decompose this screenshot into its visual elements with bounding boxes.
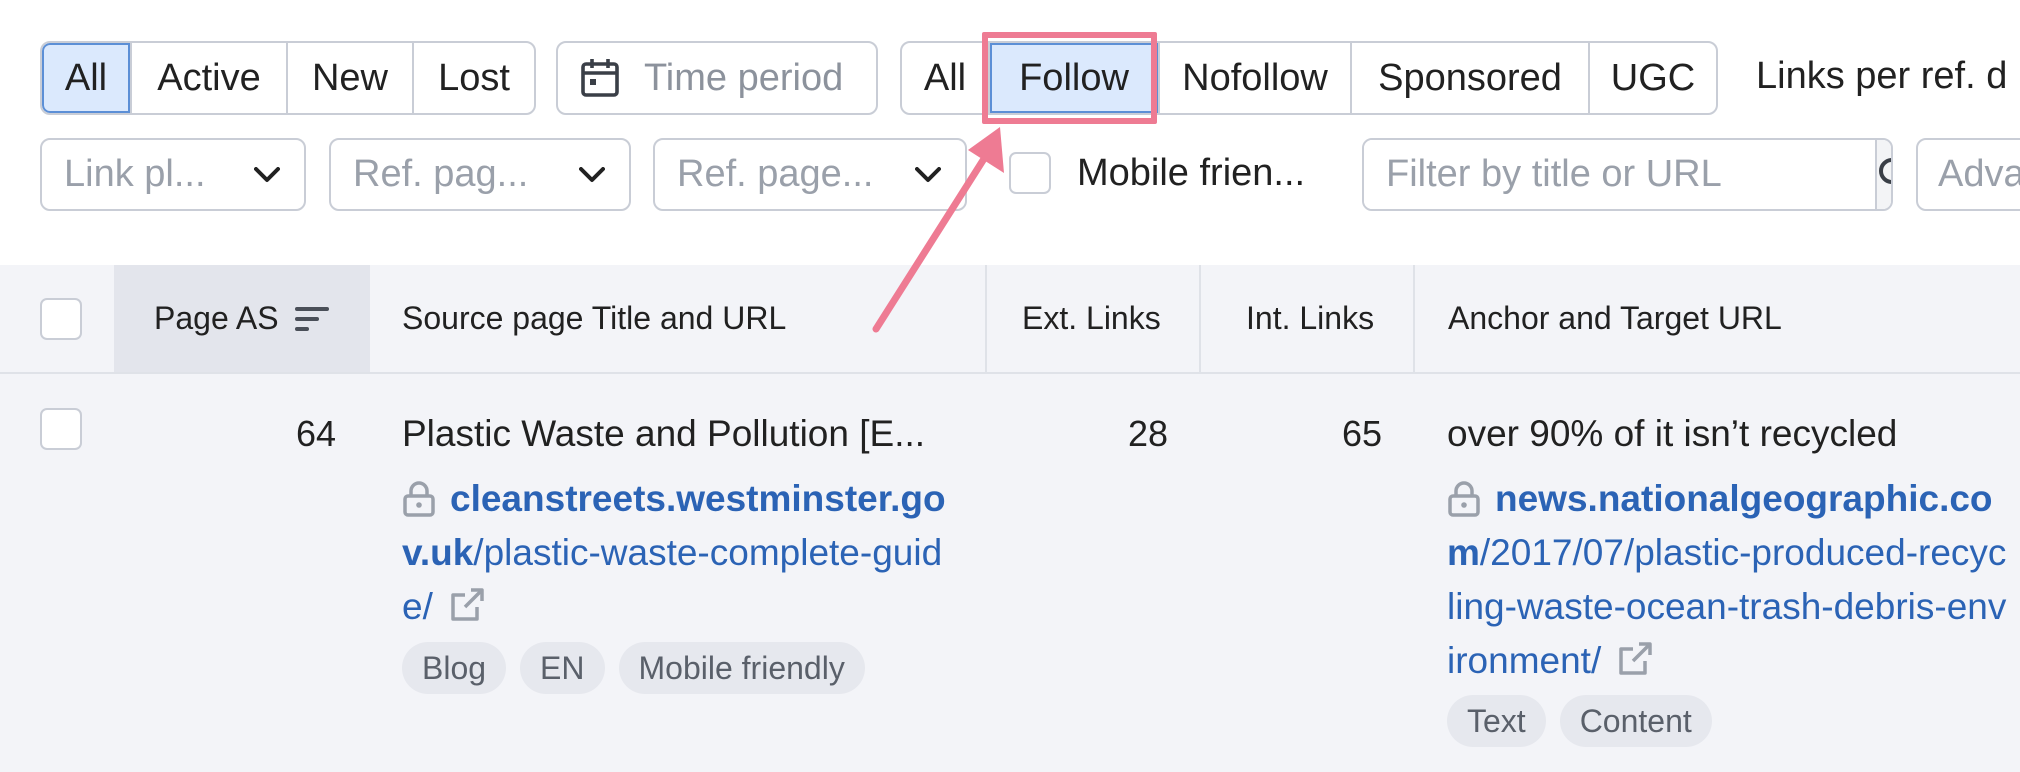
source-page-title: Plastic Waste and Pollution [E... (402, 413, 926, 454)
filter-input[interactable] (1364, 140, 1875, 209)
search-icon (1879, 157, 1891, 184)
tag-language: EN (520, 642, 605, 694)
status-all-button[interactable]: All (42, 43, 132, 113)
mobile-friendly-checkbox[interactable] (1009, 152, 1051, 194)
column-divider (1199, 265, 1201, 372)
tag-content: Content (1559, 695, 1712, 747)
mobile-friendly-label: Mobile frien... (1077, 151, 1306, 194)
lock-icon (1448, 481, 1480, 517)
mobile-friendly-filter[interactable]: Mobile frien... (1009, 148, 1305, 198)
tag-blog: Blog (402, 642, 507, 694)
source-tags: Blog EN Mobile friendly (402, 642, 865, 694)
status-new-button[interactable]: New (288, 43, 414, 113)
type-sponsored-button[interactable]: Sponsored (1352, 43, 1590, 113)
source-page-url[interactable]: cleanstreets.westminster.gov.uk/plastic-… (402, 472, 962, 634)
chevron-down-icon (254, 166, 280, 182)
status-lost-button[interactable]: Lost (414, 43, 534, 113)
ref-page-1-label: Ref. pag... (353, 153, 529, 195)
page-as-column-header[interactable]: Page AS (114, 265, 370, 372)
status-filter-group: All Active New Lost (40, 41, 536, 115)
advanced-filters-button[interactable]: Adva (1916, 138, 2020, 211)
advanced-filters-label: Adva (1938, 153, 2020, 195)
ref-page-dropdown-1[interactable]: Ref. pag... (329, 138, 631, 211)
status-active-button[interactable]: Active (132, 43, 288, 113)
target-tags: Text Content (1447, 695, 1712, 747)
link-type-filter-group: All Follow Nofollow Sponsored UGC (900, 41, 1718, 115)
int-links-value: 65 (1341, 413, 1382, 454)
external-link-icon[interactable] (449, 587, 485, 623)
column-divider (985, 265, 987, 372)
select-all-checkbox[interactable] (40, 298, 82, 340)
ref-page-2-label: Ref. page... (677, 153, 874, 195)
type-all-button[interactable]: All (902, 43, 990, 113)
column-divider (1413, 265, 1415, 372)
type-ugc-button[interactable]: UGC (1590, 43, 1716, 113)
target-url-path: /2017/07/plastic-produced-recycling-wast… (1447, 532, 2007, 681)
target-url[interactable]: news.nationalgeographic.com/2017/07/plas… (1447, 472, 2007, 688)
page-as-header-label: Page AS (154, 300, 279, 336)
time-period-label: Time period (644, 56, 844, 99)
int-links-column-header[interactable]: Int. Links (1246, 265, 1374, 372)
type-nofollow-button[interactable]: Nofollow (1160, 43, 1352, 113)
source-page-column-header: Source page Title and URL (402, 300, 787, 336)
links-per-ref-domain-label[interactable]: Links per ref. d (1756, 55, 2007, 98)
time-period-button[interactable]: Time period (556, 41, 878, 115)
sort-icon[interactable] (294, 305, 329, 333)
table-row: 64 Plastic Waste and Pollution [E... cle… (0, 374, 2020, 772)
anchor-target-column-header: Anchor and Target URL (1448, 300, 1782, 336)
tag-mobile-friendly: Mobile friendly (618, 642, 865, 694)
chevron-down-icon (579, 166, 605, 182)
lock-icon (403, 481, 435, 517)
ext-links-column-header[interactable]: Ext. Links (1022, 265, 1161, 372)
link-placement-label: Link pl... (64, 153, 206, 195)
link-placement-dropdown[interactable]: Link pl... (40, 138, 306, 211)
anchor-text: over 90% of it isn’t recycled (1447, 413, 1898, 454)
search-button[interactable] (1875, 140, 1891, 209)
external-link-icon[interactable] (1617, 641, 1653, 677)
page-as-value: 64 (295, 413, 336, 454)
filter-search-box (1362, 138, 1893, 211)
ref-page-dropdown-2[interactable]: Ref. page... (653, 138, 967, 211)
type-follow-button[interactable]: Follow (990, 43, 1160, 113)
tag-text: Text (1447, 695, 1546, 747)
table-header: Page AS Source page Title and URL Ext. L… (0, 265, 2020, 374)
calendar-icon (581, 59, 619, 97)
ext-links-value: 28 (1127, 413, 1168, 454)
chevron-down-icon (915, 166, 941, 182)
row-checkbox[interactable] (40, 408, 82, 450)
